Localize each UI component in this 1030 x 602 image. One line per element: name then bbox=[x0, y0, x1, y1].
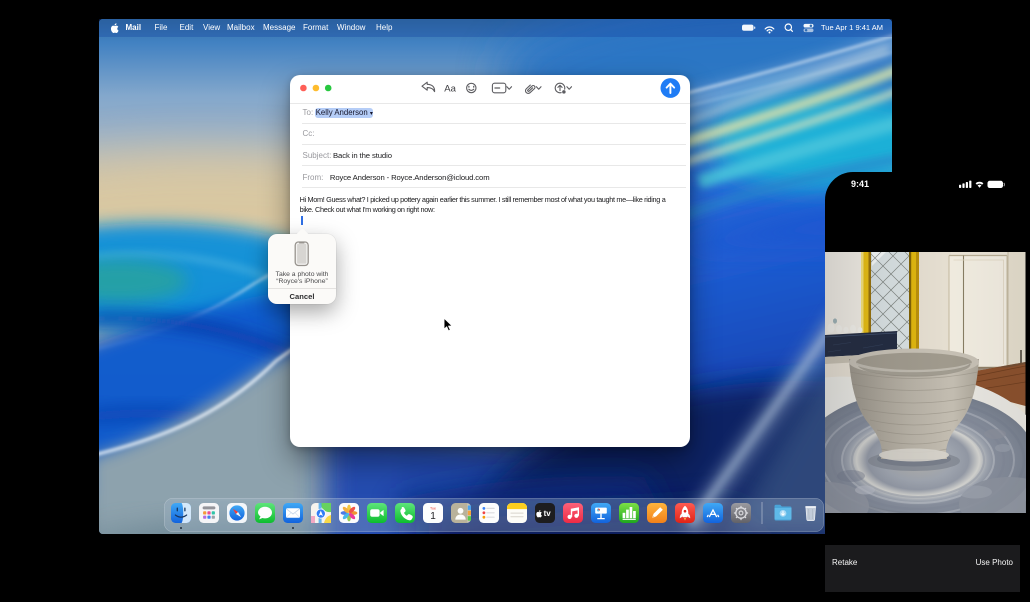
svg-text:Tue: Tue bbox=[430, 507, 436, 511]
svg-text:Aa: Aa bbox=[444, 83, 456, 94]
svg-text:1: 1 bbox=[430, 511, 436, 522]
svg-text:tv: tv bbox=[544, 509, 552, 518]
